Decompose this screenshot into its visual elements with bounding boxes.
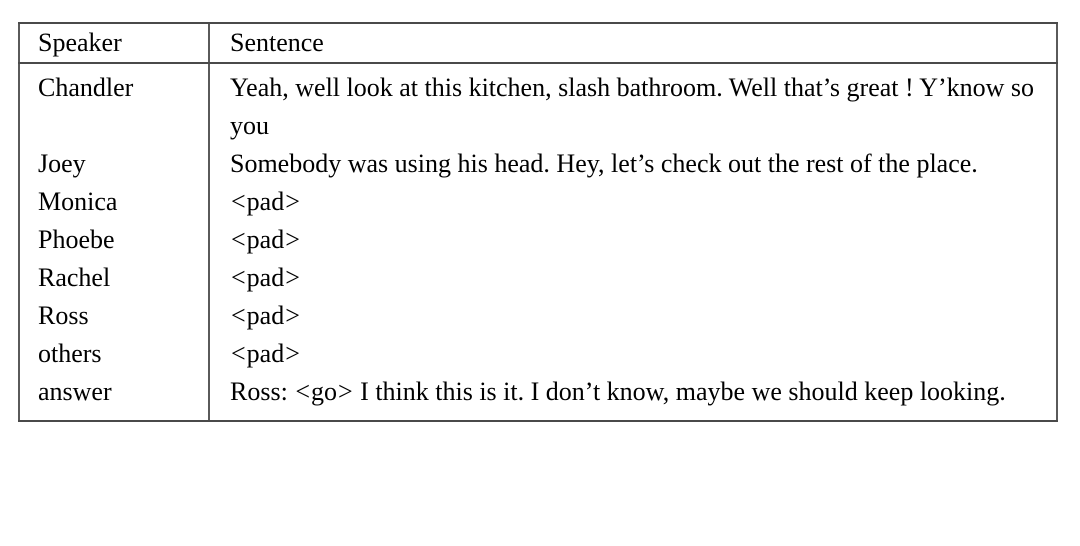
speaker-cell: Rachel	[18, 258, 210, 297]
sentence-cell: <pad>	[209, 334, 1058, 373]
special-token: <pad>	[231, 186, 300, 216]
table-row: Rachel <pad>	[18, 258, 1058, 297]
table-row: answer Ross: <go> I think this is it. I d…	[18, 372, 1058, 420]
sentence-cell: Ross: <go> I think this is it. I don’t k…	[209, 372, 1058, 420]
column-header-sentence: Sentence	[209, 24, 1058, 64]
special-token: <pad>	[231, 338, 300, 368]
speaker-cell: answer	[18, 372, 210, 420]
sentence-cell: Somebody was using his head. Hey, let’s …	[209, 144, 1058, 183]
speaker-cell: others	[18, 334, 210, 373]
sentence-cell: <pad>	[209, 220, 1058, 259]
sentence-cell: <pad>	[209, 258, 1058, 297]
special-token: <pad>	[231, 224, 300, 254]
special-token: <pad>	[231, 262, 300, 292]
table-row: Phoebe <pad>	[18, 220, 1058, 259]
table-row: Ross <pad>	[18, 296, 1058, 335]
column-header-speaker: Speaker	[18, 24, 210, 64]
speaker-cell: Phoebe	[18, 220, 210, 259]
speaker-cell: Joey	[18, 144, 210, 183]
speaker-cell: Monica	[18, 182, 210, 221]
sentence-cell: <pad>	[209, 182, 1058, 221]
dialog-table-frame: Speaker Sentence Chandler Yeah, well look…	[18, 22, 1058, 422]
table-figure: Speaker Sentence Chandler Yeah, well look…	[0, 0, 1080, 546]
table-row: Chandler Yeah, well look at this kitchen,…	[18, 62, 1058, 145]
sentence-cell: Yeah, well look at this kitchen, slash b…	[209, 62, 1058, 145]
header-row: Speaker Sentence	[18, 24, 1058, 64]
sentence-cell: <pad>	[209, 296, 1058, 335]
table-row: Monica <pad>	[18, 182, 1058, 221]
table-row: Joey Somebody was using his head. Hey, le…	[18, 144, 1058, 183]
speaker-cell: Chandler	[18, 62, 210, 145]
special-token: <go>	[295, 376, 353, 406]
table-row: others <pad>	[18, 334, 1058, 373]
speaker-sentence-table: Speaker Sentence Chandler Yeah, well look…	[18, 24, 1058, 420]
table-header: Speaker Sentence	[18, 24, 1058, 64]
table-body: Chandler Yeah, well look at this kitchen,…	[18, 62, 1058, 420]
speaker-cell: Ross	[18, 296, 210, 335]
special-token: <pad>	[231, 300, 300, 330]
